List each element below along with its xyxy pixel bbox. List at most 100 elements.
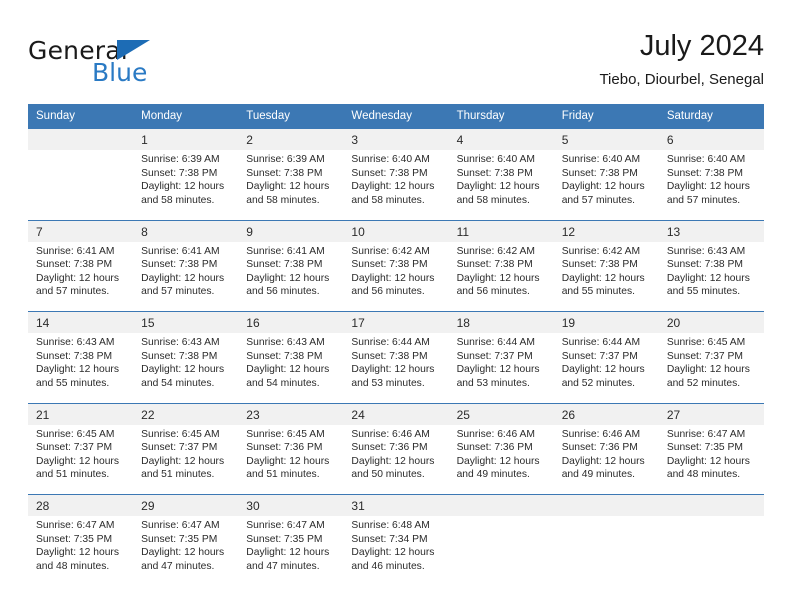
day-info-line: Daylight: 12 hours [246, 455, 330, 467]
day-cell-18[interactable]: Sunrise: 6:44 AM Sunset: 7:37 PM Daylight:… [448, 333, 554, 403]
day-cell-15[interactable]: Sunrise: 6:43 AM Sunset: 7:38 PM Daylight:… [133, 333, 239, 403]
day-info-line: and 56 minutes. [456, 286, 530, 298]
day-info-line: Sunrise: 6:41 AM [36, 245, 115, 257]
day-info-line: Daylight: 12 hours [351, 181, 435, 193]
day-info-line: Daylight: 12 hours [246, 272, 330, 284]
day-cell-17[interactable]: Sunrise: 6:44 AM Sunset: 7:38 PM Daylight:… [343, 333, 449, 403]
day-number-12[interactable]: 12 [553, 219, 659, 242]
day-cell-25[interactable]: Sunrise: 6:46 AM Sunset: 7:36 PM Daylight:… [448, 424, 554, 495]
day-cell-31[interactable]: Sunrise: 6:48 AM Sunset: 7:34 PM Daylight:… [343, 516, 449, 586]
day-cell-19[interactable]: Sunrise: 6:44 AM Sunset: 7:37 PM Daylight:… [553, 333, 659, 403]
day-number-28[interactable]: 28 [28, 494, 134, 516]
day-cell-8[interactable]: Sunrise: 6:41 AM Sunset: 7:38 PM Daylight:… [133, 241, 239, 312]
day-info-line: Daylight: 12 hours [351, 547, 435, 559]
day-cell-22[interactable]: Sunrise: 6:45 AM Sunset: 7:37 PM Daylight:… [133, 424, 239, 495]
day-cell-28[interactable]: Sunrise: 6:47 AM Sunset: 7:35 PM Daylight:… [28, 516, 134, 586]
day-info-line: Sunrise: 6:44 AM [351, 337, 430, 348]
day-number-1[interactable]: 1 [133, 128, 239, 150]
day-info-line: Sunset: 7:38 PM [246, 259, 323, 271]
day-number-9[interactable]: 9 [238, 219, 344, 242]
day-number-25[interactable]: 25 [448, 402, 554, 425]
day-number-7[interactable]: 7 [28, 219, 134, 242]
day-cell-11[interactable]: Sunrise: 6:42 AM Sunset: 7:38 PM Daylight:… [448, 241, 554, 312]
day-number-23[interactable]: 23 [238, 402, 344, 425]
day-number-20[interactable]: 20 [658, 311, 764, 333]
day-info-line: and 58 minutes. [351, 194, 425, 206]
day-info-line: and 47 minutes. [246, 560, 320, 572]
day-info-line: Sunset: 7:35 PM [36, 533, 113, 545]
day-cell-7[interactable]: Sunrise: 6:41 AM Sunset: 7:38 PM Daylight:… [28, 241, 134, 312]
day-number-26[interactable]: 26 [553, 402, 659, 425]
day-info-line: Sunrise: 6:41 AM [141, 245, 220, 257]
day-info-line: Sunset: 7:36 PM [456, 442, 533, 454]
day-number-2[interactable]: 2 [238, 128, 344, 150]
day-info-line: Sunrise: 6:39 AM [141, 154, 220, 165]
page-title: July 2024 [639, 30, 764, 62]
day-number-24[interactable]: 24 [343, 402, 449, 425]
day-info-line: and 56 minutes. [351, 286, 425, 298]
day-number-13[interactable]: 13 [658, 219, 764, 242]
day-cell-23[interactable]: Sunrise: 6:45 AM Sunset: 7:36 PM Daylight:… [238, 424, 344, 495]
day-info-line: Daylight: 12 hours [561, 272, 645, 284]
weekday-header-thursday: Thursday [448, 104, 554, 129]
day-info-line: Daylight: 12 hours [246, 547, 330, 559]
page-subtitle: Tiebo, Diourbel, Senegal [599, 71, 764, 88]
day-info-line: Sunset: 7:38 PM [351, 259, 428, 271]
day-number-30[interactable]: 30 [238, 494, 344, 516]
day-number-5[interactable]: 5 [553, 128, 659, 150]
day-cell-29[interactable]: Sunrise: 6:47 AM Sunset: 7:35 PM Daylight:… [133, 516, 239, 586]
day-cell-30[interactable]: Sunrise: 6:47 AM Sunset: 7:35 PM Daylight:… [238, 516, 344, 586]
day-number-17[interactable]: 17 [343, 311, 449, 333]
day-info-line: Daylight: 12 hours [141, 547, 225, 559]
day-number-11[interactable]: 11 [448, 219, 554, 242]
day-number-22[interactable]: 22 [133, 402, 239, 425]
day-info-line: and 58 minutes. [141, 194, 215, 206]
day-info-line: Sunset: 7:38 PM [141, 259, 218, 271]
weekday-header-saturday: Saturday [658, 104, 764, 129]
day-number-3[interactable]: 3 [343, 128, 449, 150]
day-cell-21[interactable]: Sunrise: 6:45 AM Sunset: 7:37 PM Daylight:… [28, 424, 134, 495]
day-number-21[interactable]: 21 [28, 402, 134, 425]
day-number-19[interactable]: 19 [553, 311, 659, 333]
day-number-18[interactable]: 18 [448, 311, 554, 333]
day-cell-27[interactable]: Sunrise: 6:47 AM Sunset: 7:35 PM Daylight:… [658, 424, 764, 495]
day-info-line: Sunset: 7:38 PM [246, 350, 323, 362]
day-number-14[interactable]: 14 [28, 311, 134, 333]
day-cell-20[interactable]: Sunrise: 6:45 AM Sunset: 7:37 PM Daylight:… [658, 333, 764, 403]
day-cell-4[interactable]: Sunrise: 6:40 AM Sunset: 7:38 PM Daylight:… [448, 150, 554, 220]
day-cell-24[interactable]: Sunrise: 6:46 AM Sunset: 7:36 PM Daylight:… [343, 424, 449, 495]
day-number-6[interactable]: 6 [658, 128, 764, 150]
day-number-27[interactable]: 27 [658, 402, 764, 425]
day-cell-2[interactable]: Sunrise: 6:39 AM Sunset: 7:38 PM Daylight:… [238, 150, 344, 220]
calendar-table: Sunday Monday Tuesday Wednesday Thursday Frid… [28, 104, 764, 586]
day-cell-3[interactable]: Sunrise: 6:40 AM Sunset: 7:38 PM Daylight:… [343, 150, 449, 220]
day-number-4[interactable]: 4 [448, 128, 554, 150]
day-number-10[interactable]: 10 [343, 219, 449, 242]
day-info-line: Daylight: 12 hours [141, 364, 225, 376]
day-cell-10[interactable]: Sunrise: 6:42 AM Sunset: 7:38 PM Daylight:… [343, 241, 449, 312]
day-info-line: Daylight: 12 hours [666, 272, 750, 284]
logo[interactable]: General Blue [28, 36, 248, 94]
day-cell-16[interactable]: Sunrise: 6:43 AM Sunset: 7:38 PM Daylight:… [238, 333, 344, 403]
day-info-line: and 48 minutes. [36, 560, 110, 572]
day-cell-26[interactable]: Sunrise: 6:46 AM Sunset: 7:36 PM Daylight:… [553, 424, 659, 495]
day-info-line: Sunrise: 6:41 AM [246, 245, 325, 257]
day-number-31[interactable]: 31 [343, 494, 449, 516]
day-cell-6[interactable]: Sunrise: 6:40 AM Sunset: 7:38 PM Daylight:… [658, 150, 764, 220]
day-cell-12[interactable]: Sunrise: 6:42 AM Sunset: 7:38 PM Daylight:… [553, 241, 659, 312]
day-cell-5[interactable]: Sunrise: 6:40 AM Sunset: 7:38 PM Daylight:… [553, 150, 659, 220]
day-info-line: and 57 minutes. [141, 286, 215, 298]
day-cell-9[interactable]: Sunrise: 6:41 AM Sunset: 7:38 PM Daylight:… [238, 241, 344, 312]
day-cell-1[interactable]: Sunrise: 6:39 AM Sunset: 7:38 PM Daylight:… [133, 150, 239, 220]
day-number-8[interactable]: 8 [133, 219, 239, 242]
day-info-line: Daylight: 12 hours [141, 181, 225, 193]
day-number-15[interactable]: 15 [133, 311, 239, 333]
day-info-line: Sunrise: 6:47 AM [141, 520, 220, 531]
day-number-29[interactable]: 29 [133, 494, 239, 516]
day-cell-14[interactable]: Sunrise: 6:43 AM Sunset: 7:38 PM Daylight:… [28, 333, 134, 403]
day-number-16[interactable]: 16 [238, 311, 344, 333]
day-info-line: Sunrise: 6:45 AM [246, 428, 325, 440]
day-cell-13[interactable]: Sunrise: 6:43 AM Sunset: 7:38 PM Daylight:… [658, 241, 764, 312]
day-info-line: Daylight: 12 hours [141, 455, 225, 467]
day-info-line: Daylight: 12 hours [246, 364, 330, 376]
